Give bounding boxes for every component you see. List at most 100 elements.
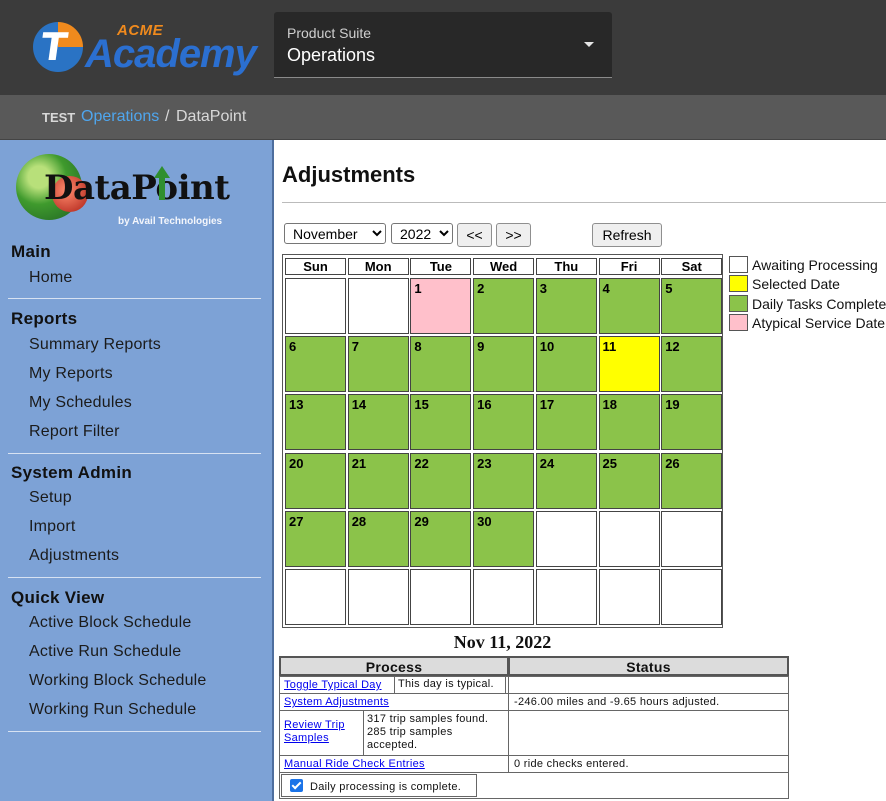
calendar-day[interactable]: 28 xyxy=(347,510,409,567)
calendar-day[interactable]: 1 xyxy=(410,278,472,334)
calendar-day[interactable]: 8 xyxy=(410,336,472,393)
product-suite-value: Operations xyxy=(287,45,376,65)
calendar-empty-cell xyxy=(535,510,597,567)
calendar-day[interactable]: 16 xyxy=(473,394,535,451)
calendar-day-number: 23 xyxy=(477,455,492,471)
calendar-day-number: 6 xyxy=(289,339,297,355)
calendar-empty-cell xyxy=(661,510,723,567)
legend-label: Atypical Service Date xyxy=(752,314,886,331)
calendar-day[interactable]: 18 xyxy=(598,394,660,451)
calendar-day[interactable]: 19 xyxy=(661,394,723,451)
sidebar-divider xyxy=(8,577,261,578)
typical-day-note: This day is typical. xyxy=(394,676,506,694)
calendar-day[interactable]: 24 xyxy=(535,452,597,509)
datapoint-logo-text: DataPoint xyxy=(44,168,230,208)
calendar-day-number: 24 xyxy=(539,455,555,471)
weekday-header: Wed xyxy=(473,258,535,275)
sidebar-item-adjustments[interactable]: Adjustments xyxy=(29,547,119,565)
calendar-day-number: 29 xyxy=(414,513,429,529)
calendar-empty-cell xyxy=(347,278,409,334)
calendar-day[interactable]: 11 xyxy=(598,336,660,393)
calendar-day[interactable]: 6 xyxy=(285,336,346,393)
month-select[interactable]: November xyxy=(284,223,386,244)
product-suite-select[interactable]: Product Suite Operations xyxy=(274,12,612,78)
calendar-day[interactable]: 7 xyxy=(347,336,409,393)
weekday-header: Tue xyxy=(410,258,472,275)
calendar-empty-cell xyxy=(535,569,597,625)
legend-swatch xyxy=(729,256,748,273)
calendar-day-number: 10 xyxy=(539,339,555,355)
sidebar-item-my-reports[interactable]: My Reports xyxy=(29,365,113,383)
calendar-empty-cell xyxy=(285,278,346,334)
previous-month-button[interactable]: << xyxy=(457,223,492,247)
legend-label: Daily Tasks Complete xyxy=(752,295,886,312)
calendar-day-number: 22 xyxy=(414,455,429,471)
sidebar-item-active-run-schedule[interactable]: Active Run Schedule xyxy=(29,643,181,661)
sidebar-item-setup[interactable]: Setup xyxy=(29,489,72,507)
calendar-day[interactable]: 22 xyxy=(410,452,472,509)
toggle-typical-day-link[interactable]: Toggle Typical Day xyxy=(284,679,382,691)
logo-academy-text: Academy xyxy=(85,32,257,76)
calendar-day-number: 1 xyxy=(414,281,422,296)
calendar-day[interactable]: 12 xyxy=(661,336,723,393)
calendar-day[interactable]: 4 xyxy=(598,278,660,334)
legend-item: Daily Tasks Complete xyxy=(729,294,886,312)
sidebar-item-import[interactable]: Import xyxy=(29,518,76,536)
sidebar-item-report-filter[interactable]: Report Filter xyxy=(29,423,120,441)
calendar-day[interactable]: 23 xyxy=(473,452,535,509)
table-cell: -246.00 miles and -9.65 hours adjusted. xyxy=(508,693,789,711)
calendar-day[interactable]: 13 xyxy=(285,394,346,451)
sidebar-item-active-block-schedule[interactable]: Active Block Schedule xyxy=(29,614,192,632)
refresh-button[interactable]: Refresh xyxy=(592,223,662,247)
table-row: Daily processing is complete. xyxy=(279,772,789,799)
calendar-day[interactable]: 25 xyxy=(598,452,660,509)
sidebar-item-home[interactable]: Home xyxy=(29,269,72,287)
sidebar-item-working-run-schedule[interactable]: Working Run Schedule xyxy=(29,701,196,719)
daily-processing-checkbox[interactable] xyxy=(290,779,303,792)
next-month-button[interactable]: >> xyxy=(496,223,531,247)
calendar-day-number: 17 xyxy=(539,397,555,413)
year-select[interactable]: 2022 xyxy=(391,223,453,244)
breadcrumb-operations-link[interactable]: Operations xyxy=(81,108,159,126)
calendar-day[interactable]: 3 xyxy=(535,278,597,334)
legend-item: Awaiting Processing xyxy=(729,256,886,273)
ride-checks-status: 0 ride checks entered. xyxy=(514,758,629,770)
review-trip-samples-link[interactable]: Review Trip Samples xyxy=(284,719,356,745)
calendar-day[interactable]: 9 xyxy=(473,336,535,393)
acme-academy-logo[interactable]: T ACME Academy xyxy=(33,20,259,76)
weekday-header: Sat xyxy=(661,258,723,275)
system-adjustments-link[interactable]: System Adjustments xyxy=(284,696,389,708)
table-cell xyxy=(508,710,789,756)
calendar-day[interactable]: 20 xyxy=(285,452,346,509)
sidebar-item-summary-reports[interactable]: Summary Reports xyxy=(29,336,161,354)
trip-samples-note: 317 trip samples found. 285 trip samples… xyxy=(363,710,509,756)
calendar-day-number: 25 xyxy=(602,455,617,471)
calendar-day[interactable]: 17 xyxy=(535,394,597,451)
calendar-day[interactable]: 26 xyxy=(661,452,723,509)
calendar-empty-cell xyxy=(598,510,660,567)
sidebar-section-main: Main xyxy=(11,242,51,261)
breadcrumb-current: DataPoint xyxy=(176,108,247,125)
calendar-day[interactable]: 21 xyxy=(347,452,409,509)
calendar-day-number: 16 xyxy=(477,397,492,413)
sidebar-item-working-block-schedule[interactable]: Working Block Schedule xyxy=(29,672,207,690)
calendar-day[interactable]: 5 xyxy=(661,278,723,334)
calendar-day[interactable]: 15 xyxy=(410,394,472,451)
daily-processing-label: Daily processing is complete. xyxy=(310,781,462,793)
manual-ride-check-link[interactable]: Manual Ride Check Entries xyxy=(284,758,425,770)
calendar-day[interactable]: 10 xyxy=(535,336,597,393)
status-column-header: Status xyxy=(508,656,789,676)
calendar-day[interactable]: 30 xyxy=(473,510,535,567)
table-cell: 0 ride checks entered. xyxy=(508,755,789,773)
calendar-day[interactable]: 2 xyxy=(473,278,535,334)
calendar-day[interactable]: 14 xyxy=(347,394,409,451)
breadcrumb-separator: / xyxy=(165,108,170,125)
calendar-day-number: 18 xyxy=(602,397,617,413)
calendar-day-number: 19 xyxy=(665,397,680,413)
chevron-down-icon xyxy=(584,42,594,47)
process-column-header: Process xyxy=(279,656,509,676)
calendar-day[interactable]: 29 xyxy=(410,510,472,567)
datapoint-byline: by Avail Technologies xyxy=(118,216,223,227)
calendar-day[interactable]: 27 xyxy=(285,510,346,567)
sidebar-item-my-schedules[interactable]: My Schedules xyxy=(29,394,132,412)
